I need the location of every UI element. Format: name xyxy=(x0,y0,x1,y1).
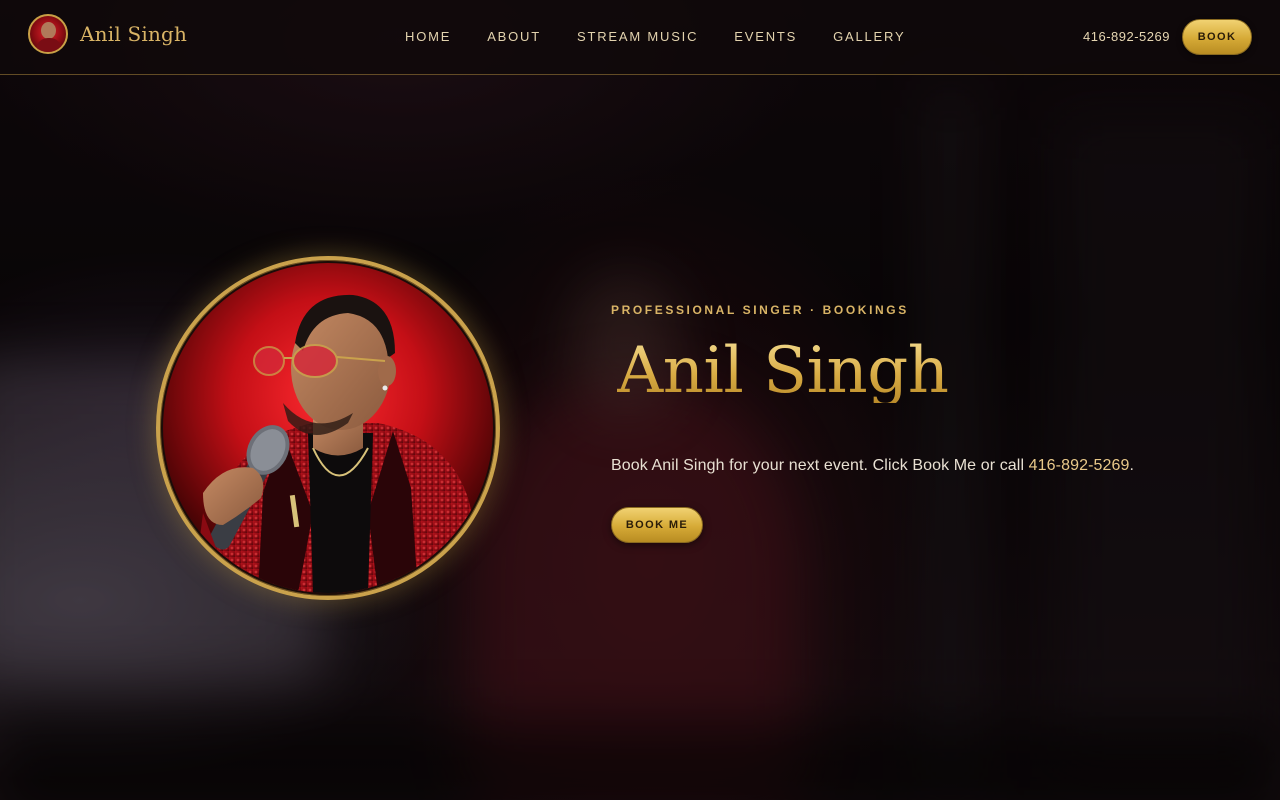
brand-home-link[interactable]: Anil Singh xyxy=(28,14,187,54)
hero-content: PROFESSIONAL SINGER · BOOKINGS Anil Sing… xyxy=(611,303,1231,543)
singer-portrait-image xyxy=(163,263,493,593)
brand-avatar xyxy=(28,14,68,54)
singer-portrait xyxy=(156,256,500,600)
hero-subtitle-text: Book Anil Singh for your next event. Cli… xyxy=(611,457,1029,474)
nav-link-stream-music[interactable]: STREAM MUSIC xyxy=(577,29,698,44)
book-me-button[interactable]: BOOK ME xyxy=(611,507,703,543)
nav-link-home[interactable]: HOME xyxy=(405,29,451,44)
nav-link-events[interactable]: EVENTS xyxy=(734,29,797,44)
main-nav: HOME ABOUT STREAM MUSIC EVENTS GALLERY xyxy=(405,29,905,44)
site-header: Anil Singh HOME ABOUT STREAM MUSIC EVENT… xyxy=(0,0,1280,75)
brand-name: Anil Singh xyxy=(80,22,188,46)
hero-subtitle: Book Anil Singh for your next event. Cli… xyxy=(611,457,1231,475)
hero-phone-link[interactable]: 416-892-5269 xyxy=(1029,457,1130,474)
header-book-button[interactable]: BOOK xyxy=(1182,19,1252,55)
hero-title: Anil Singh xyxy=(617,339,1231,403)
hero-subtitle-end: . xyxy=(1129,457,1135,474)
nav-link-gallery[interactable]: GALLERY xyxy=(833,29,905,44)
nav-link-about[interactable]: ABOUT xyxy=(487,29,541,44)
hero-eyebrow: PROFESSIONAL SINGER · BOOKINGS xyxy=(611,303,909,317)
singer-with-microphone-icon xyxy=(163,263,493,593)
header-phone-link[interactable]: 416-892-5269 xyxy=(1083,29,1170,44)
